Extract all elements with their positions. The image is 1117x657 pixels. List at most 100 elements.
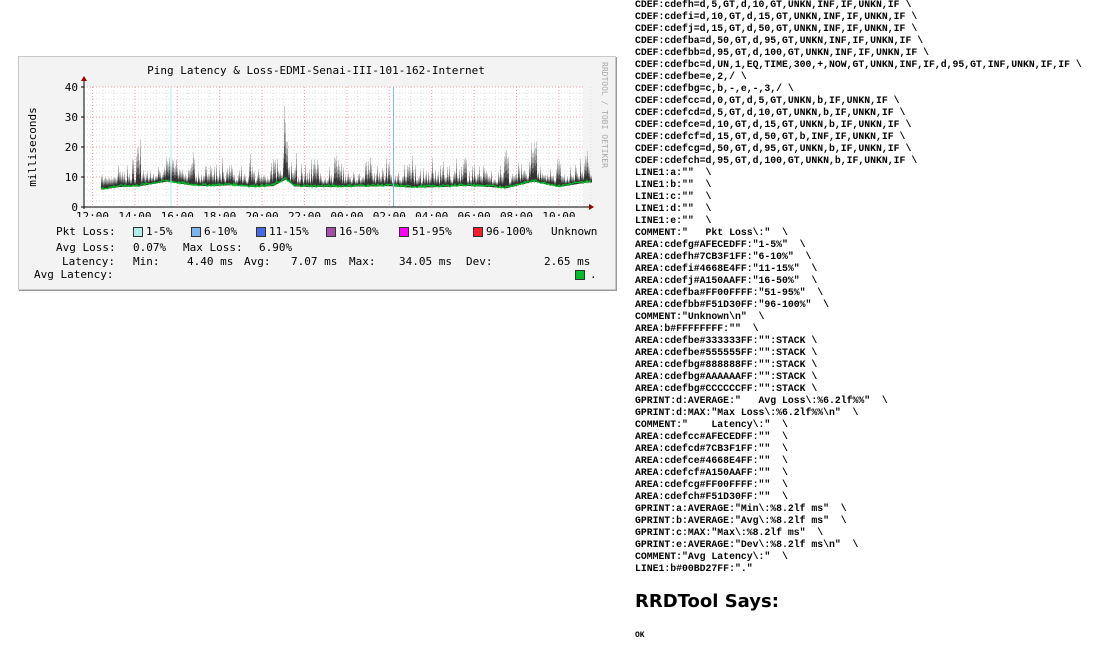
max-loss-label: Max Loss: — [183, 241, 243, 254]
latency-bar — [575, 178, 576, 185]
code-line: AREA:cdefj#A150AAFF:"16-50%" \ — [635, 275, 818, 286]
x-tick-label: 06:00 — [458, 210, 491, 217]
y-tick-label: 20 — [65, 141, 78, 154]
x-tick-label: 00:00 — [330, 210, 363, 217]
code-line: COMMENT:" Latency\:" \ — [635, 419, 788, 430]
code-line: GPRINT:d:MAX:"Max Loss\:%6.2lf%%\n" \ — [635, 407, 859, 418]
avg-loss-value: 0.07% — [133, 241, 167, 254]
latency-bar — [466, 178, 467, 186]
code-line: AREA:cdefg#AFECEDFF:"1-5%" \ — [635, 239, 806, 250]
code-line: LINE1:d:"" \ — [635, 203, 712, 214]
latency-bar — [284, 159, 285, 181]
code-line: CDEF:cdefch=d,95,GT,d,100,GT,UNKN,b,IF,U… — [635, 155, 918, 166]
unknown-label: Unknown — [551, 225, 598, 238]
latency-bar — [301, 179, 302, 187]
rrd-graph-image: 0 10 20 30 40 12:00 14:00 16:00 18:00 20:00 22:00 0… — [18, 56, 616, 290]
code-line: AREA:cdefbb#F51D30FF:"96-100%" \ — [635, 299, 830, 310]
latency-bar — [576, 179, 577, 185]
loss-bucket-label: 96-100% — [486, 225, 533, 238]
code-line: COMMENT:"Unknown\n" \ — [635, 311, 765, 322]
code-line: AREA:b#FFFFFFFF:"" \ — [635, 323, 759, 334]
avg-latency-label: Avg Latency: — [34, 268, 114, 281]
code-line: AREA:cdefce#4668E4FF:"" \ — [635, 455, 788, 466]
latency-bar — [140, 172, 141, 186]
code-line: CDEF:cdefcg=d,50,GT,d,95,GT,UNKN,b,IF,UN… — [635, 143, 912, 154]
x-axis-arrow — [589, 204, 594, 210]
code-line: CDEF:cdefbe=e,2,/ \ — [635, 71, 747, 82]
code-line: LINE1:b#00BD27FF:"." — [635, 563, 753, 574]
code-line: AREA:cdefch#F51D30FF:"" \ — [635, 491, 788, 502]
code-line: COMMENT:"Avg Latency\:" \ — [635, 551, 788, 562]
loss-bucket-swatch — [256, 227, 266, 237]
latency-bar — [412, 178, 413, 188]
x-tick-label: 22:00 — [288, 210, 321, 217]
latency-bar — [138, 174, 139, 187]
code-line: AREA:cdefcg#FF00FFFF:"" \ — [635, 479, 788, 490]
code-line: CDEF:cdefcf=d,15,GT,d,50,GT,b,INF,IF,UNK… — [635, 131, 906, 142]
code-line: CDEF:cdefbc=d,UN,1,EQ,TIME,300,+,NOW,GT,… — [635, 59, 1082, 70]
x-tick-label: 10:00 — [542, 210, 575, 217]
code-line: GPRINT:d:AVERAGE:" Avg Loss\:%6.2lf%%" \ — [635, 395, 888, 406]
rrd-command-listing: CDEF:cdefh=d,5,GT,d,10,GT,UNKN,INF,IF,UN… — [635, 0, 1082, 575]
min-value: 4.40 ms — [187, 255, 234, 268]
latency-bar — [139, 178, 140, 187]
code-line: CDEF:cdefcd=d,5,GT,d,10,GT,UNKN,b,IF,UNK… — [635, 107, 906, 118]
loss-bucket-label: 11-15% — [269, 225, 309, 238]
avg-loss-label: Avg Loss: — [56, 241, 116, 254]
code-line: CDEF:cdefj=d,15,GT,d,50,GT,UNKN,INF,IF,U… — [635, 23, 918, 34]
x-tick-label: 12:00 — [76, 210, 109, 217]
latency-bar — [366, 179, 367, 187]
latency-bar — [550, 179, 551, 186]
loss-bucket-swatch — [473, 227, 483, 237]
latency-bar — [540, 177, 541, 183]
y-axis-label: milliseconds — [26, 107, 39, 186]
min-label: Min: — [133, 255, 160, 268]
chart-title: Ping Latency & Loss-EDMI-Senai-III-101-1… — [147, 64, 485, 77]
code-line: CDEF:cdefh=d,5,GT,d,10,GT,UNKN,INF,IF,UN… — [635, 0, 912, 10]
code-line: CDEF:cdefbb=d,95,GT,d,100,GT,UNKN,INF,IF… — [635, 47, 929, 58]
pkt-loss-label: Pkt Loss: — [56, 225, 116, 238]
y-tick-label: 40 — [65, 81, 78, 94]
latency-bar — [504, 178, 505, 188]
code-line: GPRINT:b:AVERAGE:"Avg\:%8.2lf ms" \ — [635, 515, 847, 526]
latency-bar — [465, 177, 466, 186]
code-line: AREA:cdefh#7CB3F1FF:"6-10%" \ — [635, 251, 812, 262]
avg-label: Avg: — [244, 255, 271, 268]
rrdtool-says-heading: RRDTool Says: — [635, 591, 779, 612]
code-line: LINE1:a:"" \ — [635, 167, 712, 178]
code-line: LINE1:b:"" \ — [635, 179, 712, 190]
dev-label: Dev: — [466, 255, 493, 268]
x-tick-label: 08:00 — [500, 210, 533, 217]
loss-bucket-swatch — [191, 227, 201, 237]
rrdtool-result-message: OK — [635, 631, 645, 640]
x-tick-label: 18:00 — [203, 210, 236, 217]
code-line: AREA:cdefbe#333333FF:"":STACK \ — [635, 335, 818, 346]
loss-bucket-swatch — [399, 227, 409, 237]
latency-bar — [143, 180, 144, 186]
latency-bar — [408, 181, 409, 188]
code-line: AREA:cdefcc#AFECEDFF:"" \ — [635, 431, 788, 442]
code-line: CDEF:cdefbg=c,b,-,e,-,3,/ \ — [635, 83, 794, 94]
code-line: GPRINT:a:AVERAGE:"Min\:%8.2lf ms" \ — [635, 503, 847, 514]
watermark: RRDTOOL / TOBI OETIKER — [600, 62, 609, 168]
code-line: GPRINT:e:AVERAGE:"Dev\:%8.2lf ms\n" \ — [635, 539, 859, 550]
code-line: CDEF:cdefba=d,50,GT,d,95,GT,UNKN,INF,IF,… — [635, 35, 924, 46]
dev-value: 2.65 ms — [544, 255, 591, 268]
code-line: AREA:cdefbg#AAAAAAFF:"":STACK \ — [635, 371, 818, 382]
code-line: AREA:cdefbg#CCCCCCFF:"":STACK \ — [635, 383, 818, 394]
max-value: 34.05 ms — [399, 255, 452, 268]
code-line: AREA:cdefcd#7CB3F1FF:"" \ — [635, 443, 788, 454]
loss-bucket-label: 6-10% — [204, 225, 238, 238]
code-line: AREA:cdefbg#888888FF:"":STACK \ — [635, 359, 818, 370]
avg-value: 7.07 ms — [291, 255, 338, 268]
code-line: GPRINT:c:MAX:"Max\:%8.2lf ms" \ — [635, 527, 824, 538]
y-tick-label: 30 — [65, 111, 78, 124]
max-loss-value: 6.90% — [259, 241, 293, 254]
x-tick-label: 14:00 — [118, 210, 151, 217]
loss-bucket-swatch — [326, 227, 336, 237]
latency-bar — [456, 177, 457, 187]
y-axis-arrow — [81, 76, 87, 81]
code-line: CDEF:cdefi=d,10,GT,d,15,GT,UNKN,INF,IF,U… — [635, 11, 918, 22]
latency-label: Latency: — [62, 255, 115, 268]
loss-bucket-label: 1-5% — [146, 225, 173, 238]
